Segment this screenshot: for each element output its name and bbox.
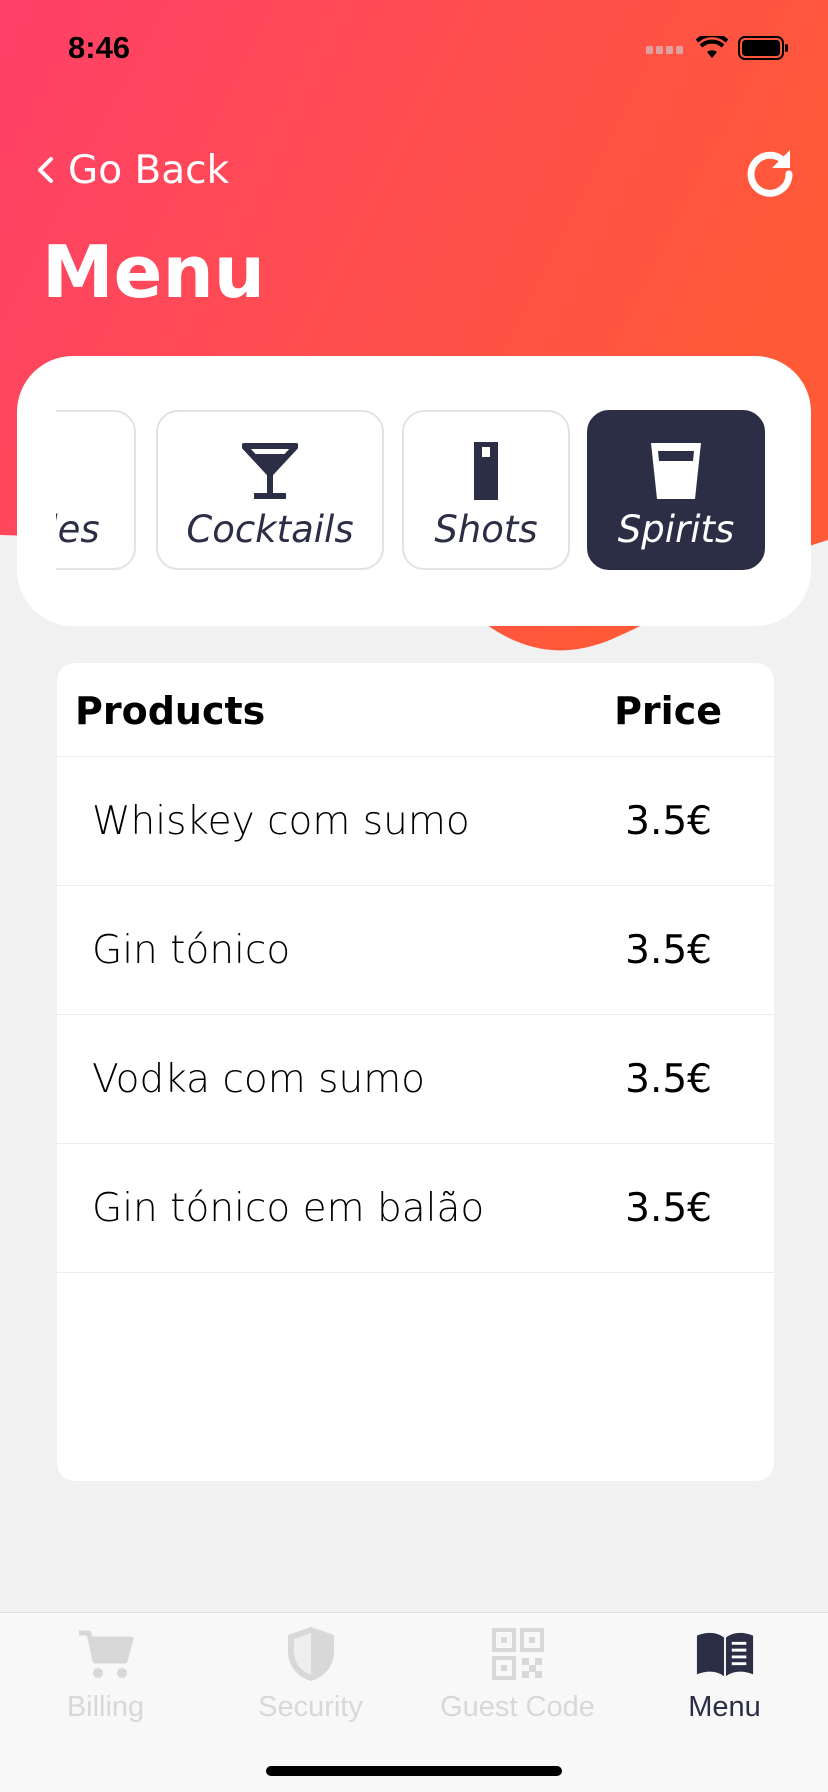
table-header: Products Price	[57, 663, 774, 757]
page-title: Menu	[42, 230, 265, 314]
category-cocktails[interactable]: Cocktails	[156, 410, 384, 570]
tab-label: Guest Code	[440, 1691, 595, 1723]
product-price: 3.5€	[625, 928, 712, 973]
category-label: Spirits	[617, 507, 735, 551]
product-price: 3.5€	[625, 1186, 712, 1231]
tab-billing[interactable]: Billing	[2, 1625, 209, 1735]
refresh-button[interactable]	[742, 144, 798, 200]
shot-icon	[456, 440, 516, 502]
refresh-icon	[747, 150, 793, 197]
shield-icon	[281, 1625, 341, 1683]
signal-icon	[646, 46, 683, 54]
tab-bar: Billing Security Guest Code Menu	[0, 1612, 828, 1792]
book-icon	[695, 1625, 755, 1683]
product-name: Gin tónico em balão	[92, 1186, 485, 1231]
product-name: Whiskey com sumo	[92, 799, 470, 844]
product-price: 3.5€	[625, 1057, 712, 1102]
tab-label: Security	[258, 1691, 363, 1723]
tab-label: Menu	[688, 1691, 761, 1723]
navigation-bar: Go Back	[0, 140, 828, 200]
chevron-left-icon	[38, 157, 53, 183]
tab-guest-code[interactable]: Guest Code	[414, 1625, 621, 1735]
table-row[interactable]: Gin tónico 3.5€	[57, 886, 774, 1015]
back-button-label: Go Back	[68, 147, 230, 193]
tab-menu[interactable]: Menu	[621, 1625, 828, 1735]
column-header-price: Price	[614, 689, 722, 733]
home-indicator[interactable]	[266, 1766, 562, 1776]
category-shots[interactable]: Shots	[402, 410, 570, 570]
wifi-icon	[696, 36, 728, 58]
category-label: Shots	[434, 507, 538, 551]
cart-icon	[76, 1625, 136, 1683]
status-bar: 8:46	[0, 0, 828, 100]
category-spirits[interactable]: Spirits	[587, 410, 765, 570]
column-header-products: Products	[75, 689, 266, 733]
category-bottles[interactable]: Bottles	[56, 410, 136, 570]
table-row[interactable]: Vodka com sumo 3.5€	[57, 1015, 774, 1144]
product-name: Vodka com sumo	[92, 1057, 426, 1102]
cocktail-icon	[240, 440, 300, 502]
tab-security[interactable]: Security	[207, 1625, 414, 1735]
category-scroller[interactable]: Bottles Cocktails Shots Sp	[56, 410, 768, 570]
glass-icon	[646, 440, 706, 502]
category-label: Bottles	[56, 507, 100, 551]
status-time: 8:46	[68, 30, 131, 65]
bottle-icon	[56, 440, 65, 502]
product-name: Gin tónico	[92, 928, 291, 973]
products-table: Products Price Whiskey com sumo 3.5€ Gin…	[57, 663, 774, 1481]
tab-label: Billing	[66, 1691, 145, 1723]
category-label: Cocktails	[186, 507, 354, 551]
table-row[interactable]: Gin tónico em balão 3.5€	[57, 1144, 774, 1273]
battery-icon	[738, 36, 788, 60]
back-button[interactable]: Go Back	[36, 140, 229, 200]
product-price: 3.5€	[625, 799, 712, 844]
qr-code-icon	[488, 1625, 548, 1683]
status-icons	[646, 36, 790, 60]
table-row[interactable]: Whiskey com sumo 3.5€	[57, 757, 774, 886]
